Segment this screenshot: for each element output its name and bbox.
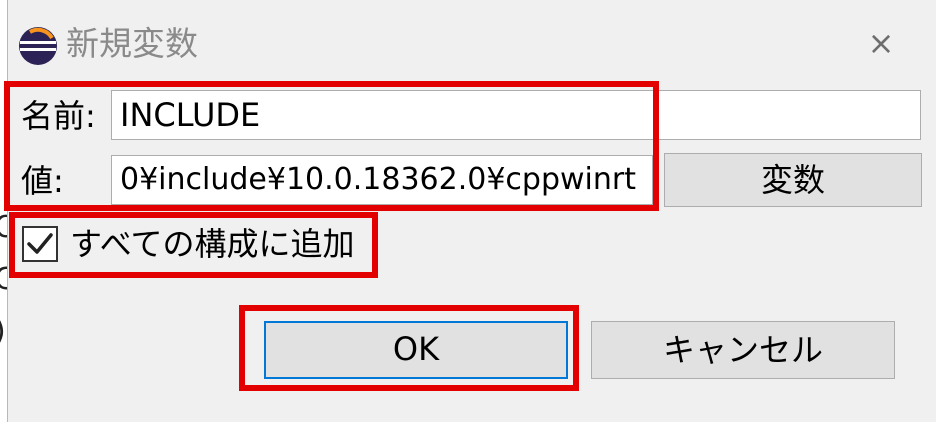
name-label: 名前:	[21, 97, 96, 135]
new-variable-dialog: 新規変数 × 名前: INCLUDE 値: 0¥include¥10.0.183…	[4, 0, 936, 422]
value-label: 値:	[21, 162, 64, 200]
background-text-fragment: )	[0, 314, 6, 349]
apply-all-label[interactable]: すべての構成に追加	[70, 223, 354, 265]
name-input[interactable]: INCLUDE	[111, 90, 921, 140]
variables-button[interactable]: 変数	[664, 153, 922, 207]
title-bar[interactable]: 新規変数 ×	[8, 0, 936, 82]
checkmark-icon	[27, 233, 53, 254]
ok-button[interactable]: OK	[264, 321, 568, 379]
eclipse-icon	[18, 26, 58, 66]
value-input[interactable]: 0¥include¥10.0.18362.0¥cppwinrt	[111, 155, 653, 205]
cancel-button[interactable]: キャンセル	[591, 321, 895, 379]
apply-all-checkbox[interactable]	[22, 226, 58, 262]
dialog-title: 新規変数	[66, 24, 198, 63]
close-icon[interactable]: ×	[864, 26, 898, 60]
